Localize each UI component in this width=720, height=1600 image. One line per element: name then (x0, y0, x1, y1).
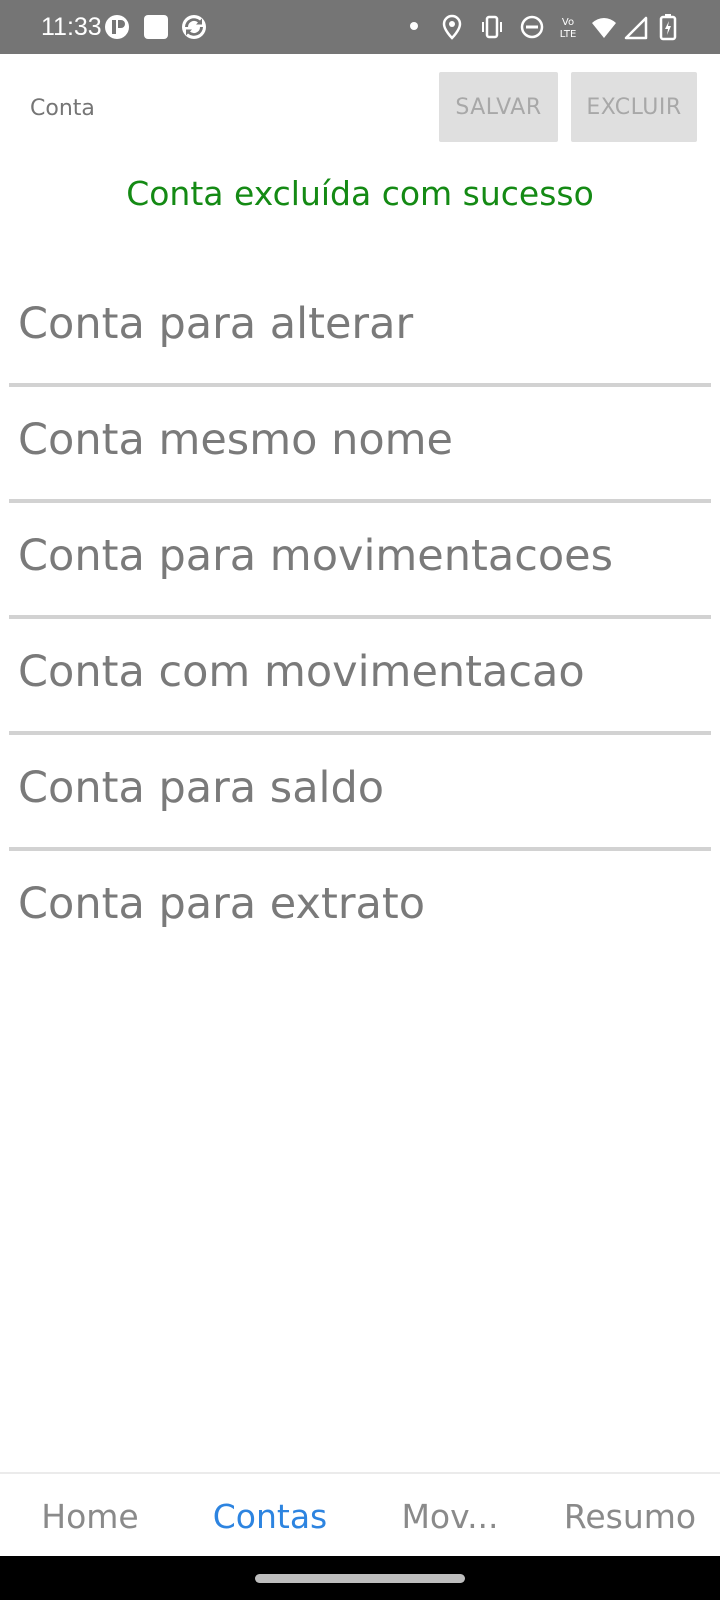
account-label: Conta com movimentacao (18, 647, 585, 697)
success-message: Conta excluída com sucesso (126, 174, 594, 213)
svg-text:LTE: LTE (560, 29, 577, 40)
app-icon-1 (103, 13, 131, 41)
tab-home[interactable]: Home (0, 1474, 180, 1558)
location-icon (438, 13, 466, 41)
home-gesture-handle[interactable] (255, 1574, 465, 1583)
signal-icon (622, 13, 650, 41)
tab-contas[interactable]: Contas (180, 1474, 360, 1558)
account-list-item[interactable]: Conta para extrato (0, 852, 720, 968)
account-list-item[interactable]: Conta para saldo (0, 736, 720, 852)
volte-icon: Vo LTE (554, 13, 582, 41)
app-icon-square (142, 13, 170, 41)
svg-text:Vo: Vo (562, 17, 574, 28)
account-list-item[interactable]: Conta para movimentacoes (0, 504, 720, 620)
sync-icon (180, 13, 208, 41)
divider (9, 499, 711, 503)
bottom-tab-bar: Home Contas Mov... Resumo (0, 1472, 720, 1556)
tab-resumo[interactable]: Resumo (540, 1474, 720, 1558)
battery-charging-icon (659, 13, 677, 41)
account-label: Conta para extrato (18, 879, 426, 929)
divider (9, 615, 711, 619)
wifi-icon (590, 13, 618, 41)
account-list: Conta para alterar Conta mesmo nome Cont… (0, 272, 720, 968)
account-name-input[interactable] (30, 96, 410, 121)
account-label: Conta para movimentacoes (18, 531, 614, 581)
account-label: Conta para saldo (18, 763, 385, 813)
do-not-disturb-icon (518, 13, 546, 41)
dot-icon (406, 13, 422, 41)
account-list-item[interactable]: Conta com movimentacao (0, 620, 720, 736)
account-label: Conta mesmo nome (18, 415, 453, 465)
account-list-item[interactable]: Conta para alterar (0, 272, 720, 388)
divider (9, 383, 711, 387)
accounts-screen: SALVAR EXCLUIR Conta excluída com sucess… (0, 54, 720, 1472)
divider (9, 847, 711, 851)
vibrate-icon (478, 13, 506, 41)
status-bar: 11:33 Vo LTE (0, 0, 720, 54)
account-label: Conta para alterar (18, 299, 414, 349)
delete-button[interactable]: EXCLUIR (571, 72, 697, 142)
account-list-item[interactable]: Conta mesmo nome (0, 388, 720, 504)
save-button[interactable]: SALVAR (439, 72, 558, 142)
status-time: 11:33 (41, 13, 102, 41)
divider (9, 731, 711, 735)
tab-movimentacoes[interactable]: Mov... (360, 1474, 540, 1558)
system-nav-bar (0, 1556, 720, 1600)
